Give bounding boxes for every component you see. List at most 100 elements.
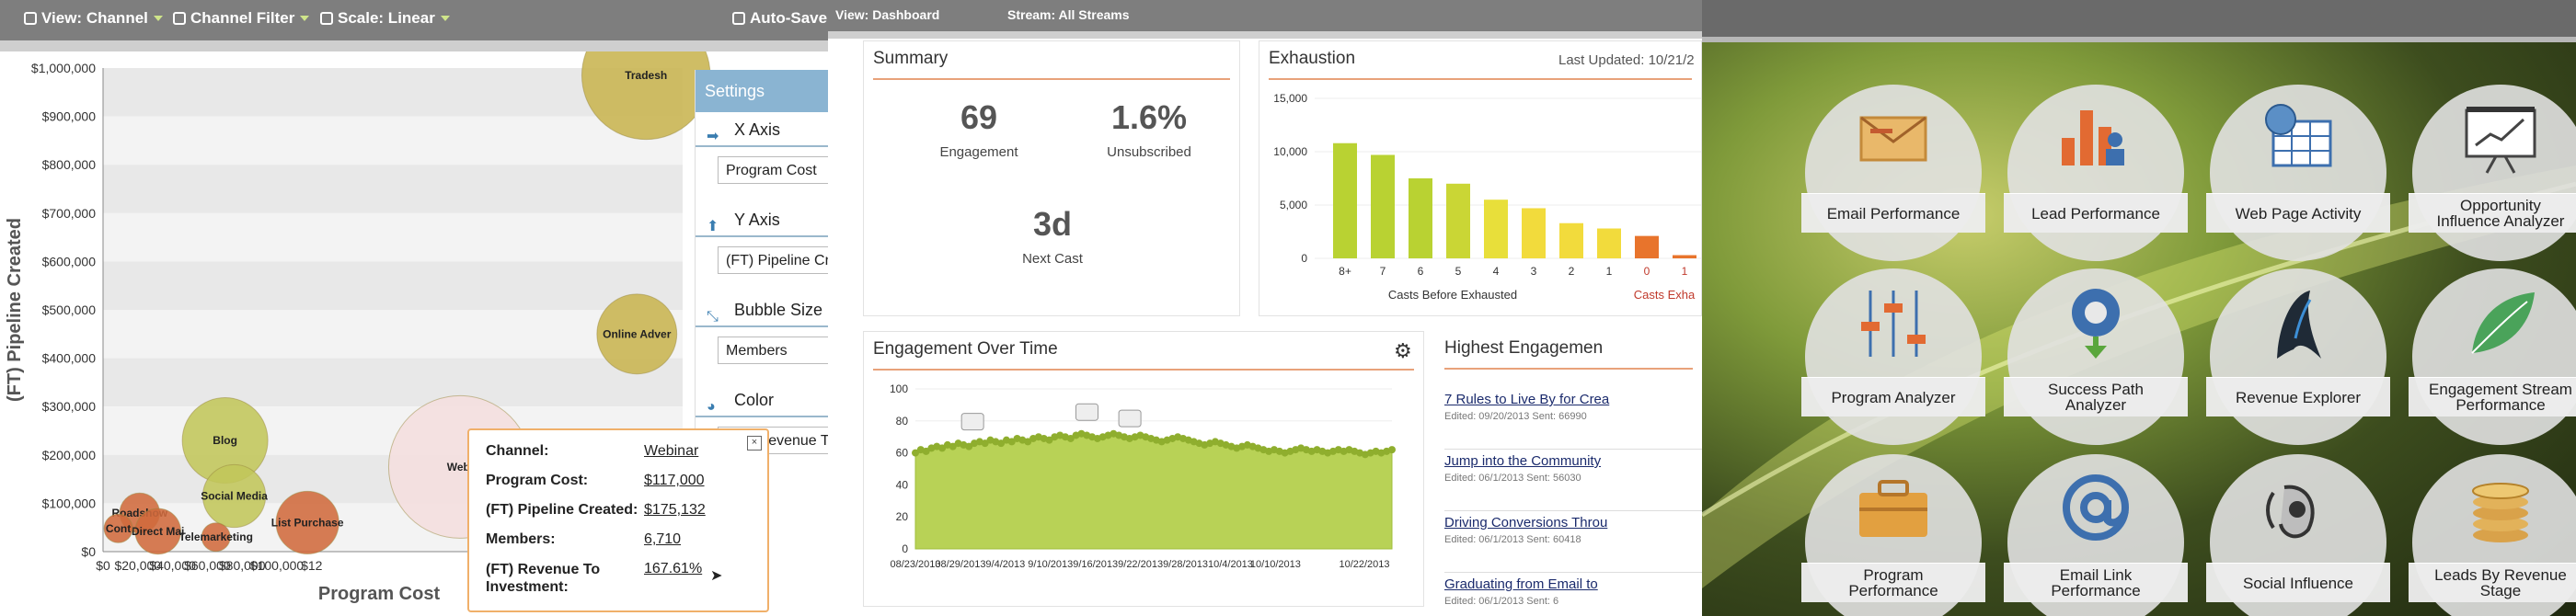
tile-label: Web Page Activity bbox=[2206, 193, 2390, 233]
exhaustion-bar bbox=[1673, 255, 1696, 258]
close-icon[interactable]: × bbox=[747, 436, 762, 451]
chart-toolbar: View: Channel Channel Filter Scale: Line… bbox=[0, 0, 828, 40]
bubble-label: Telemarketing bbox=[178, 530, 252, 543]
report-tile[interactable]: Success Path Analyzer bbox=[2004, 268, 2188, 445]
exhaustion-bar bbox=[1597, 228, 1621, 258]
view-menu[interactable]: View: Channel bbox=[24, 9, 163, 28]
report-tile[interactable]: Engagement Stream Performance bbox=[2409, 268, 2576, 445]
exhaustion-bar bbox=[1371, 154, 1395, 258]
comment-marker-icon bbox=[1118, 409, 1142, 428]
tile-label: Program Analyzer bbox=[1801, 377, 1985, 416]
settings-panel: Settings ➡ X Axis Program Cost ⬆ Y Axis (F… bbox=[695, 70, 828, 454]
envelope-icon bbox=[1859, 116, 1927, 162]
report-tile[interactable]: Revenue Explorer bbox=[2206, 268, 2390, 445]
dropdown-arrow-icon bbox=[300, 16, 310, 21]
exhaustion-bar bbox=[1484, 200, 1508, 258]
list-item[interactable]: Jump into the Community Edited: 06/1/201… bbox=[1444, 453, 1702, 511]
report-tile[interactable]: Program Performance bbox=[1801, 454, 1985, 616]
briefcase-icon bbox=[1859, 480, 1927, 537]
tooltip-revenue-link[interactable]: 167.61% bbox=[644, 561, 702, 577]
x-tick-label: 9/22/2013 bbox=[1118, 559, 1163, 570]
stream-menu[interactable]: Stream: All Streams bbox=[1007, 7, 1130, 22]
x-tick-label: 9/10/2013 bbox=[1028, 559, 1073, 570]
bubble-tooltip: × Channel: Webinar Program Cost: $117,00… bbox=[467, 428, 769, 612]
y-tick-label: 15,000 bbox=[1273, 92, 1307, 105]
arrow-right-icon: ➡ bbox=[707, 129, 719, 144]
y-tick-label: $600,000 bbox=[42, 254, 97, 268]
speaker-icon bbox=[2266, 485, 2315, 539]
x-axis-title: Casts Before Exhausted bbox=[1388, 288, 1517, 302]
y-tick-label: 20 bbox=[896, 510, 909, 523]
x-tick-label: 10/10/2013 bbox=[1250, 559, 1301, 570]
y-tick-label: 40 bbox=[896, 478, 909, 491]
report-tile[interactable]: Opportunity Influence Analyzer bbox=[2409, 85, 2576, 261]
x-tick-label: 9/4/2013 bbox=[985, 559, 1025, 570]
report-tile[interactable]: Email Performance bbox=[1801, 85, 1985, 261]
highest-engagement-list: 7 Rules to Live By for Crea Edited: 09/2… bbox=[1444, 392, 1702, 613]
x-tick-label: 5 bbox=[1455, 265, 1462, 278]
highest-engagement-title: Highest Engagemen bbox=[1444, 338, 1604, 358]
report-tile[interactable]: Email Link Performance bbox=[2004, 454, 2188, 616]
engagement-value: 69 bbox=[960, 98, 998, 136]
y-tick-label: 100 bbox=[890, 382, 908, 395]
exhaustion-bar bbox=[1446, 183, 1470, 258]
y-tick-label: 0 bbox=[1301, 252, 1307, 265]
dropdown-arrow-icon bbox=[153, 16, 163, 21]
y-axis-select[interactable]: (FT) Pipeline Cre bbox=[718, 246, 828, 274]
report-tile[interactable]: Leads By Revenue Stage bbox=[2409, 454, 2576, 616]
tooltip-pipeline-link[interactable]: $175,132 bbox=[644, 502, 706, 519]
cursor-icon: ➤ bbox=[710, 568, 723, 584]
bubble-label: Direct Mai bbox=[132, 525, 184, 538]
y-tick-label: 0 bbox=[902, 542, 908, 555]
report-tile[interactable]: Lead Performance bbox=[2004, 85, 2188, 261]
toolbar-divider bbox=[0, 40, 828, 51]
x-tick-label: 10/4/2013 bbox=[1208, 559, 1253, 570]
scale-menu[interactable]: Scale: Linear bbox=[320, 9, 450, 28]
bubble-size-select[interactable]: Members bbox=[718, 337, 828, 364]
summary-title: Summary bbox=[873, 49, 949, 68]
list-item[interactable]: 7 Rules to Live By for Crea Edited: 09/2… bbox=[1444, 392, 1702, 450]
exhaustion-bar bbox=[1559, 222, 1583, 258]
list-item[interactable]: Driving Conversions Throu Edited: 06/1/2… bbox=[1444, 515, 1702, 573]
grid-band bbox=[103, 212, 683, 262]
tile-label: Social Influence bbox=[2206, 563, 2390, 602]
tooltip-channel-link[interactable]: Webinar bbox=[644, 443, 698, 460]
grid-band bbox=[103, 358, 683, 407]
tooltip-members-link[interactable]: 6,710 bbox=[644, 531, 681, 548]
presentation-board-icon bbox=[2465, 107, 2536, 174]
x-tick-label: $100,000 bbox=[250, 558, 305, 573]
y-tick-label: $900,000 bbox=[42, 109, 97, 124]
settings-header: Settings bbox=[696, 70, 828, 112]
gear-icon[interactable]: ⚙ bbox=[1394, 339, 1412, 363]
y-tick-label: $1,000,000 bbox=[31, 61, 96, 75]
engagement-point bbox=[1388, 446, 1396, 454]
y-tick-label: $100,000 bbox=[42, 496, 97, 510]
bar-chart-person-icon bbox=[2062, 110, 2124, 165]
tile-label: Success Path Analyzer bbox=[2004, 377, 2188, 416]
report-tile[interactable]: Program Analyzer bbox=[1801, 268, 1985, 445]
list-item[interactable]: Graduating from Email to Edited: 06/1/20… bbox=[1444, 576, 1702, 613]
channel-filter-menu[interactable]: Channel Filter bbox=[173, 9, 310, 28]
tile-label: Revenue Explorer bbox=[2206, 377, 2390, 416]
y-tick-label: $400,000 bbox=[42, 351, 97, 366]
autosave-toggle[interactable]: Auto-Save: A bbox=[732, 9, 828, 28]
report-tile[interactable]: Web Page Activity bbox=[2206, 85, 2390, 261]
x-tick-label: 8+ bbox=[1339, 265, 1351, 278]
exhaustion-bar bbox=[1522, 208, 1546, 258]
x-tick-label: 3 bbox=[1531, 265, 1537, 278]
view-dashboard-menu[interactable]: View: Dashboard bbox=[835, 7, 939, 22]
report-tile[interactable]: Social Influence bbox=[2206, 454, 2390, 616]
y-tick-label: 5,000 bbox=[1280, 199, 1307, 211]
x-axis-title: Program Cost bbox=[318, 584, 441, 604]
tile-label: Lead Performance bbox=[2004, 193, 2188, 233]
x-axis-section: ➡ X Axis Program Cost bbox=[696, 114, 828, 184]
tile-label: Email Link Performance bbox=[2004, 563, 2188, 602]
globe-grid-icon bbox=[2265, 104, 2332, 167]
tooltip-cost-link[interactable]: $117,000 bbox=[644, 473, 705, 489]
at-sign-icon bbox=[2063, 474, 2129, 541]
exhaustion-bar bbox=[1409, 178, 1432, 258]
view-icon bbox=[24, 12, 37, 25]
exhaustion-title: Exhaustion bbox=[1269, 49, 1356, 68]
x-axis-select[interactable]: Program Cost bbox=[718, 156, 828, 184]
engagement-label: Engagement bbox=[939, 144, 1018, 160]
